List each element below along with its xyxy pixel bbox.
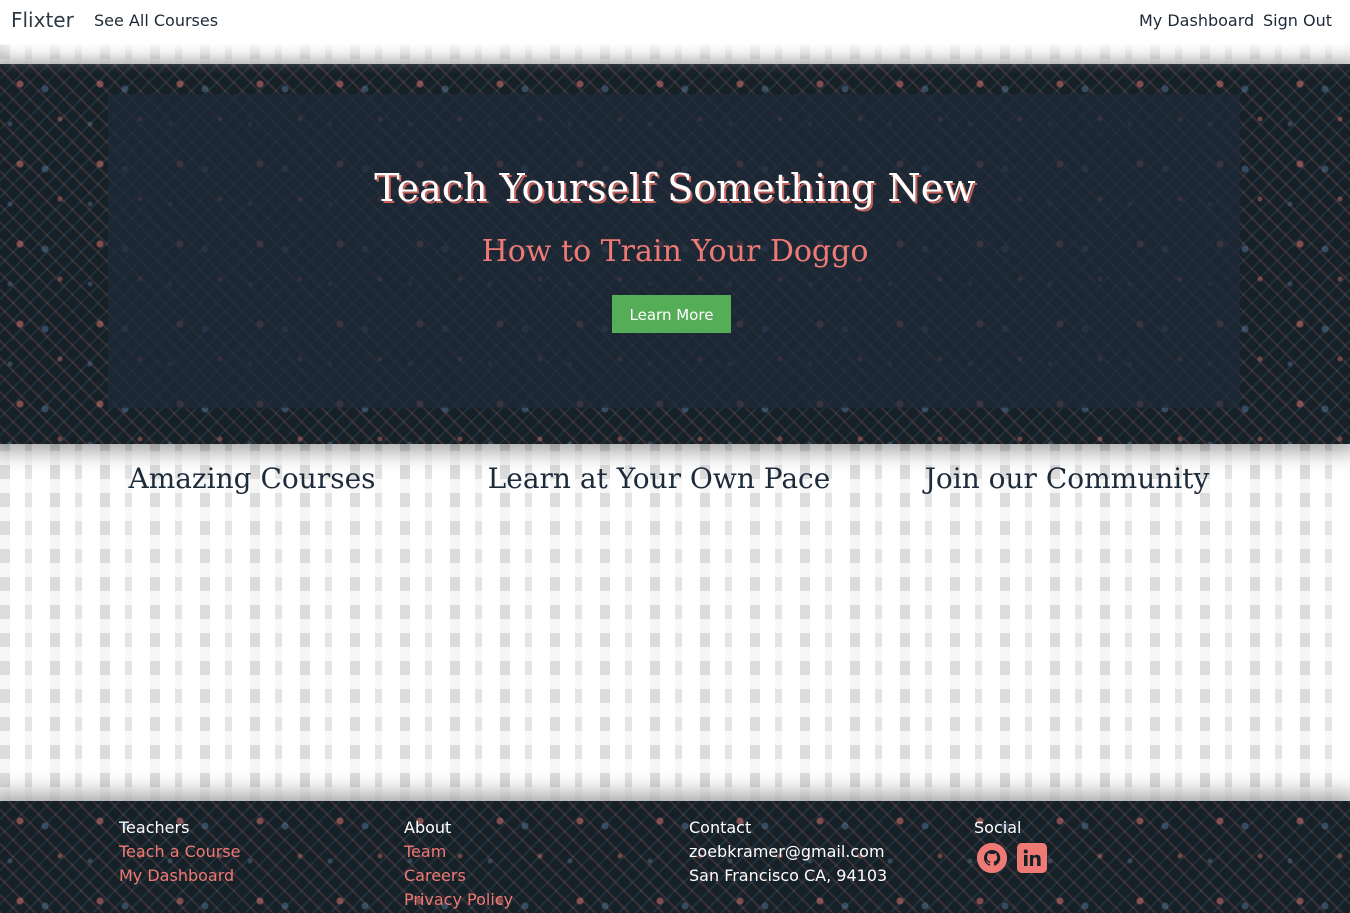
footer-link-my-dashboard[interactable]: My Dashboard [119, 864, 240, 888]
hero-banner: Teach Yourself Something New How to Trai… [0, 64, 1350, 444]
footer-heading-about: About [404, 818, 452, 837]
footer-heading-contact: Contact [689, 818, 752, 837]
nav-my-dashboard[interactable]: My Dashboard [1139, 11, 1254, 30]
learn-more-button[interactable]: Learn More [612, 295, 731, 333]
footer-link-team[interactable]: Team [404, 840, 513, 864]
footer-link-privacy-policy[interactable]: Privacy Policy [404, 888, 513, 912]
nav-sign-out[interactable]: Sign Out [1263, 11, 1332, 30]
footer-heading-teachers: Teachers [119, 818, 190, 837]
feature-title-own-pace: Learn at Your Own Pace [487, 462, 831, 495]
nav-see-all-courses[interactable]: See All Courses [94, 11, 218, 30]
navbar: Flixter See All Courses My Dashboard Sig… [0, 0, 1350, 44]
github-icon[interactable] [977, 843, 1007, 873]
footer: Teachers Teach a Course My Dashboard Abo… [0, 801, 1350, 913]
footer-link-careers[interactable]: Careers [404, 864, 513, 888]
linkedin-icon[interactable] [1017, 843, 1047, 873]
hero-subtitle[interactable]: How to Train Your Doggo [0, 234, 1350, 269]
feature-title-amazing-courses: Amazing Courses [128, 462, 376, 495]
brand-logo[interactable]: Flixter [11, 8, 74, 32]
footer-contact-address: San Francisco CA, 94103 [689, 866, 888, 885]
hero-title: Teach Yourself Something New [374, 166, 976, 210]
footer-about: About Team Careers Privacy Policy [404, 816, 513, 912]
footer-teachers: Teachers Teach a Course My Dashboard [119, 816, 240, 888]
footer-heading-social: Social [974, 818, 1022, 837]
footer-contact-email[interactable]: zoebkramer@gmail.com [689, 840, 887, 864]
footer-link-teach-a-course[interactable]: Teach a Course [119, 840, 240, 864]
feature-title-community: Join our Community [924, 462, 1210, 495]
footer-social: Social [974, 816, 1021, 840]
footer-contact: Contact zoebkramer@gmail.com San Francis… [689, 816, 887, 888]
